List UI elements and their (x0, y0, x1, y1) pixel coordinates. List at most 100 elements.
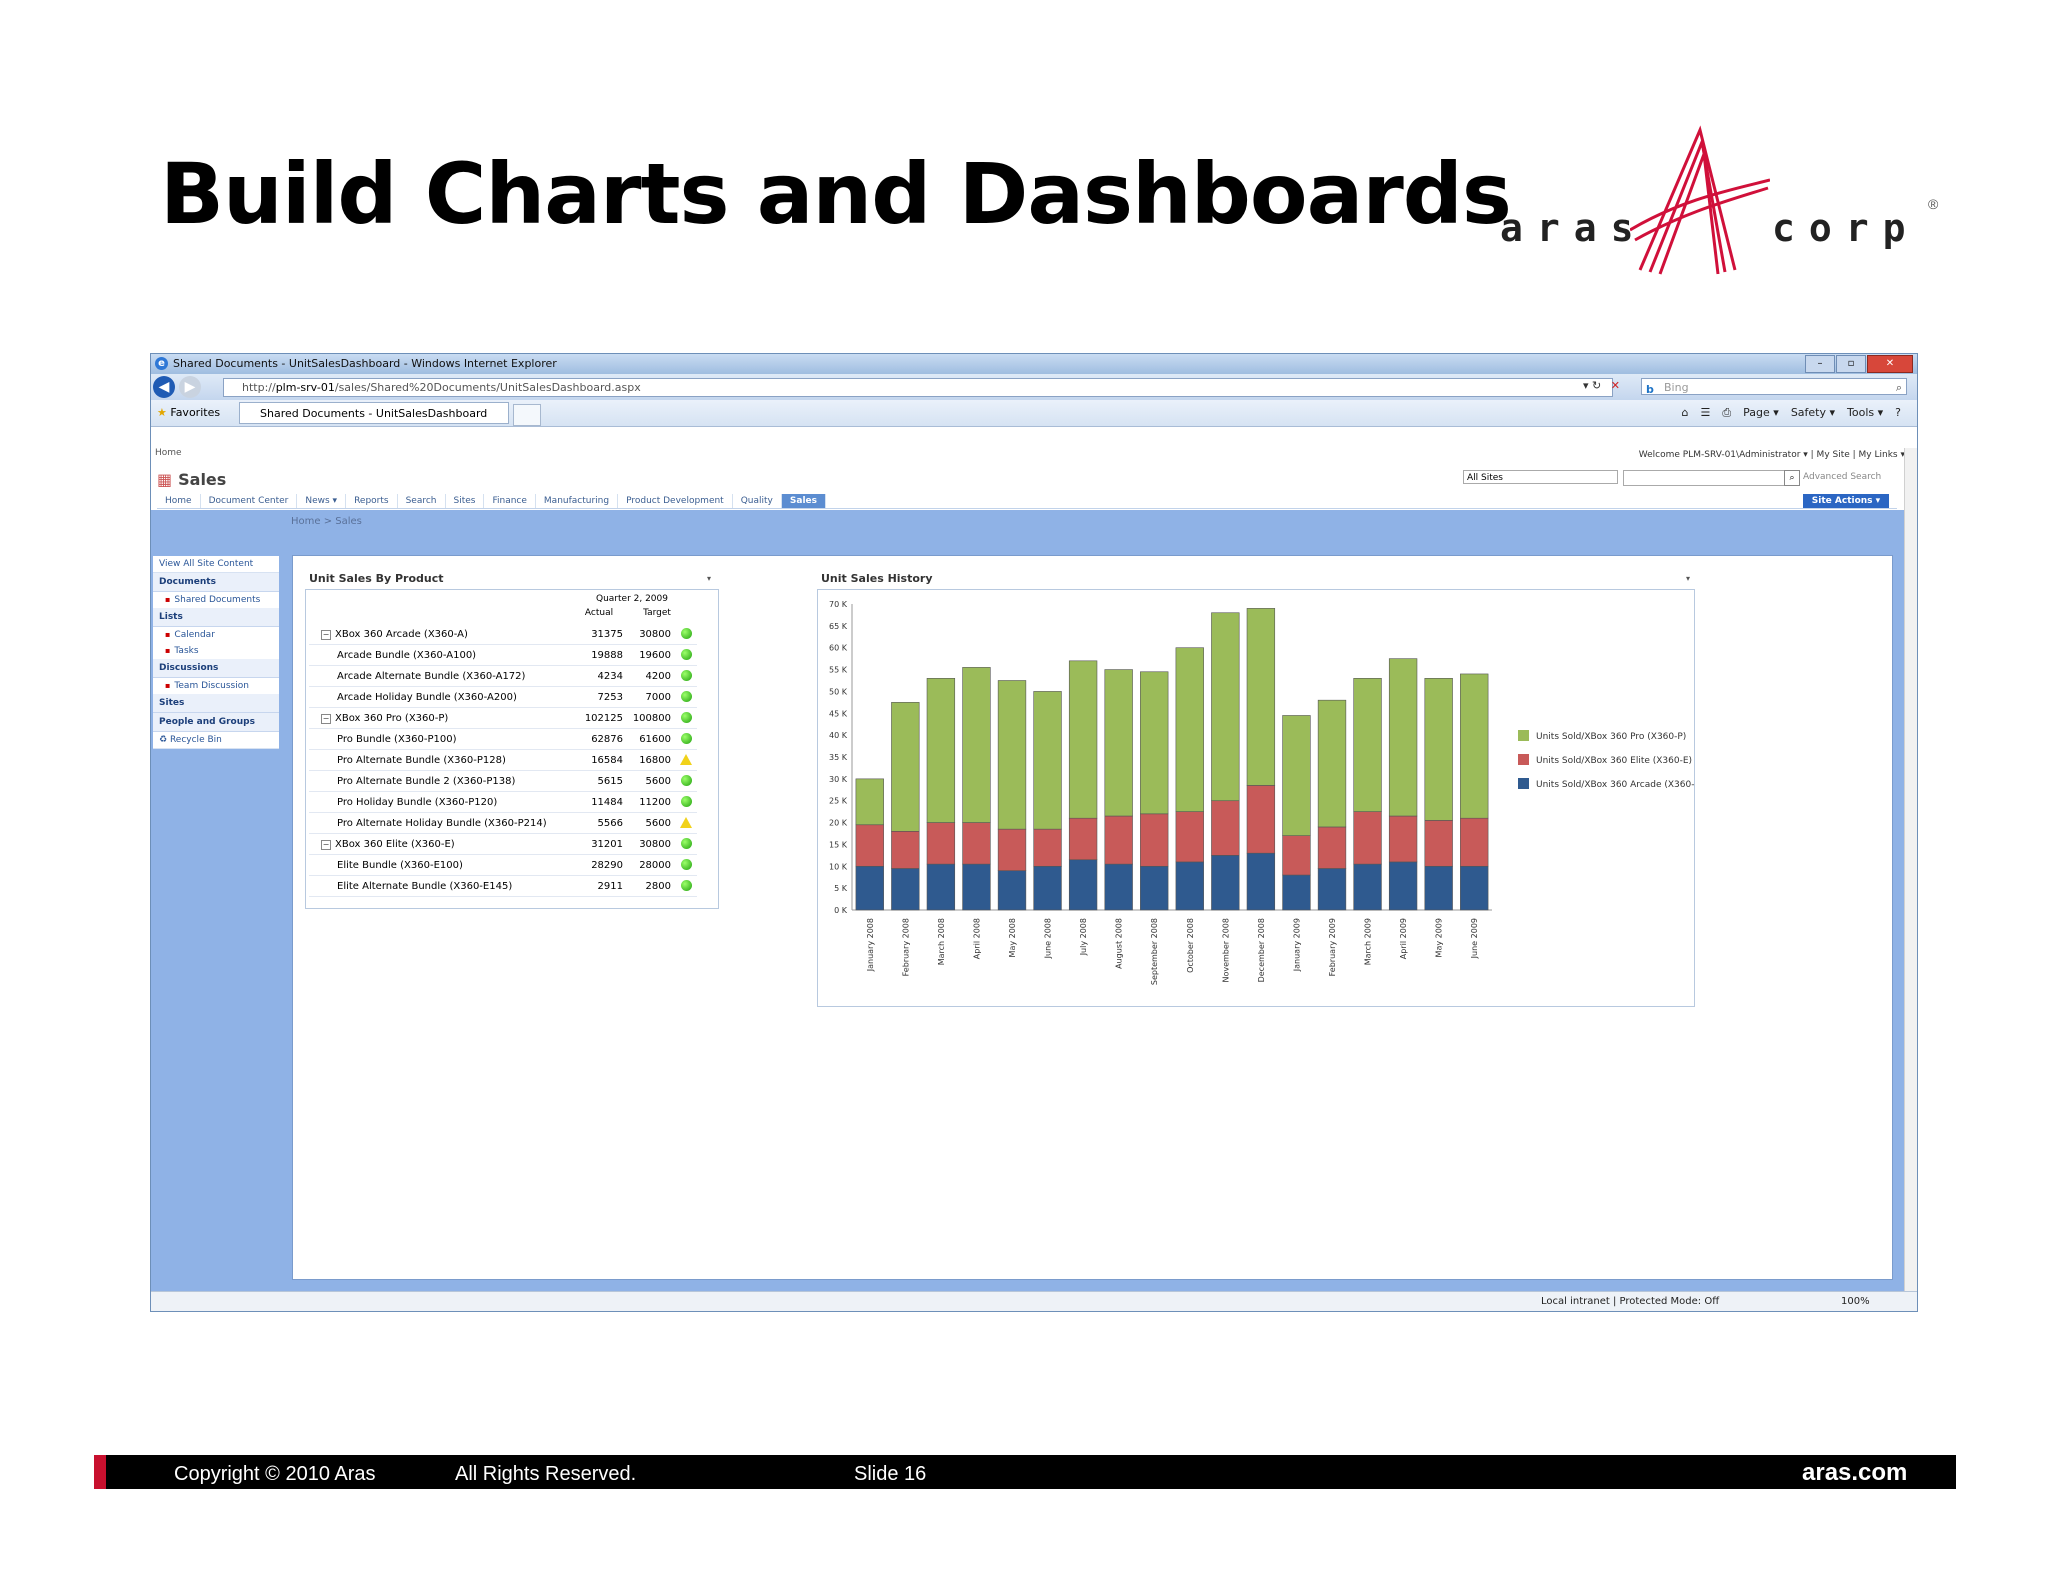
table-row[interactable]: Elite Bundle (X360-E100) 28290 28000 (309, 854, 697, 876)
security-zone[interactable]: Local intranet | Protected Mode: Off (1541, 1296, 1719, 1307)
advanced-search-link[interactable]: Advanced Search (1803, 472, 1881, 482)
print-icon[interactable]: ⎙ (1722, 406, 1731, 420)
ql-documents[interactable]: Documents (153, 573, 279, 592)
bar-segment (1033, 828, 1062, 867)
forward-button[interactable]: ▶ (179, 376, 201, 398)
tools-menu[interactable]: Tools ▾ (1847, 406, 1883, 420)
slide-footer: Copyright © 2010 Aras All Rights Reserve… (94, 1455, 1956, 1489)
table-row[interactable]: Pro Alternate Bundle (X360-P128) 16584 168… (309, 749, 697, 771)
zoom-level[interactable]: 100% (1841, 1296, 1870, 1307)
ql-people-groups[interactable]: People and Groups (153, 713, 279, 732)
ql-team-discussion[interactable]: Team Discussion (153, 678, 279, 694)
nav-home[interactable]: Home (157, 494, 201, 508)
x-tick-label: October 2008 (1186, 918, 1195, 973)
nav-sales[interactable]: Sales (781, 494, 826, 508)
minimize-button[interactable]: – (1805, 355, 1835, 373)
back-button[interactable]: ◀ (153, 376, 175, 398)
unit-sales-by-product-title: Unit Sales By Product (309, 572, 444, 585)
ql-shared-documents[interactable]: Shared Documents (153, 592, 279, 608)
favorites-button[interactable]: ★ Favorites (157, 406, 220, 419)
collapse-icon[interactable]: − (321, 713, 331, 724)
table-row[interactable]: Arcade Holiday Bundle (X360-A200) 7253 700… (309, 686, 697, 708)
site-actions-button[interactable]: Site Actions ▾ (1803, 494, 1889, 508)
legend-swatch (1518, 754, 1529, 765)
chart-menu-icon[interactable]: ▾ (1686, 574, 1690, 583)
y-tick-label: 25 K (829, 797, 848, 806)
table-row[interactable]: Pro Alternate Bundle 2 (X360-P138) 5615 56… (309, 770, 697, 792)
bar-segment (997, 870, 1027, 911)
nav-search[interactable]: Search (398, 494, 446, 508)
actual-value: 102125 (579, 707, 627, 729)
target-value: 11200 (627, 791, 675, 813)
bar-segment (1424, 820, 1453, 867)
view-all-content-link[interactable]: View All Site Content (153, 556, 279, 573)
site-search-input[interactable] (1623, 470, 1785, 486)
product-name: Pro Holiday Bundle (X360-P120) (309, 791, 579, 813)
actual-value: 7253 (579, 686, 627, 708)
table-row[interactable]: Arcade Alternate Bundle (X360-A172) 4234 4… (309, 665, 697, 687)
welcome-menu[interactable]: Welcome PLM-SRV-01\Administrator ▾ | My … (1639, 450, 1905, 460)
nav-news[interactable]: News ▾ (297, 494, 347, 508)
nav-document-center[interactable]: Document Center (201, 494, 298, 508)
home-link[interactable]: Home (155, 448, 182, 458)
ql-sites[interactable]: Sites (153, 694, 279, 713)
actual-value: 31375 (579, 624, 627, 645)
status-indicator (675, 707, 697, 729)
collapse-icon[interactable]: − (321, 629, 331, 640)
nav-quality[interactable]: Quality (733, 494, 782, 508)
y-tick-label: 30 K (829, 775, 848, 784)
browser-tab[interactable]: Shared Documents - UnitSalesDashboard (239, 402, 509, 424)
product-label: Elite Alternate Bundle (X360-E145) (337, 880, 513, 892)
nav-finance[interactable]: Finance (484, 494, 536, 508)
nav-sites[interactable]: Sites (446, 494, 485, 508)
ql-calendar[interactable]: Calendar (153, 627, 279, 643)
table-row[interactable]: Pro Alternate Holiday Bundle (X360-P214)… (309, 812, 697, 834)
x-tick-label: May 2008 (1008, 918, 1017, 957)
table-row[interactable]: − XBox 360 Arcade (X360-A) 31375 30800 (309, 624, 697, 645)
actual-value: 11484 (579, 791, 627, 813)
nav-manufacturing[interactable]: Manufacturing (536, 494, 619, 508)
table-row[interactable]: Pro Holiday Bundle (X360-P120) 11484 11200 (309, 791, 697, 813)
search-icon[interactable]: ⌕ (1896, 379, 1902, 396)
nav-reports[interactable]: Reports (346, 494, 398, 508)
site-search-button[interactable]: ⌕ (1784, 470, 1800, 486)
ql-tasks[interactable]: Tasks (153, 643, 279, 659)
stop-icon[interactable]: ✕ (1611, 379, 1620, 392)
new-tab-button[interactable] (513, 404, 541, 426)
bar-segment (1388, 815, 1418, 863)
table-row[interactable]: Pro Bundle (X360-P100) 62876 61600 (309, 728, 697, 750)
table-row[interactable]: − XBox 360 Elite (X360-E) 31201 30800 (309, 833, 697, 855)
table-row[interactable]: Elite Alternate Bundle (X360-E145) 2911 28… (309, 875, 697, 897)
ql-lists[interactable]: Lists (153, 608, 279, 627)
collapse-icon[interactable]: − (321, 839, 331, 850)
vertical-scrollbar[interactable] (1904, 448, 1917, 1291)
ql-recycle-bin[interactable]: ♻ Recycle Bin (153, 732, 279, 749)
close-button[interactable]: ✕ (1867, 355, 1913, 373)
product-name: Arcade Bundle (X360-A100) (309, 644, 579, 666)
dropdown-arrow-icon[interactable]: ▾ (1583, 379, 1589, 392)
product-label: Pro Holiday Bundle (X360-P120) (337, 796, 498, 808)
breadcrumb[interactable]: Home > Sales (291, 516, 362, 527)
address-field[interactable]: http://plm-srv-01/sales/Shared%20Documen… (223, 378, 1613, 397)
legend-label: Units Sold/XBox 360 Arcade (X360-A) (1536, 780, 1694, 790)
table-row[interactable]: Arcade Bundle (X360-A100) 19888 19600 (309, 644, 697, 666)
refresh-icon[interactable]: ↻ (1592, 379, 1601, 392)
y-tick-label: 35 K (829, 753, 848, 762)
search-box[interactable]: b Bing ⌕ (1641, 378, 1907, 396)
status-indicator (675, 686, 697, 708)
nav-product-development[interactable]: Product Development (618, 494, 733, 508)
help-icon[interactable]: ? (1895, 406, 1901, 420)
home-icon[interactable]: ⌂ (1681, 406, 1688, 420)
page-menu[interactable]: Page ▾ (1743, 406, 1779, 420)
ql-discussions[interactable]: Discussions (153, 659, 279, 678)
maximize-button[interactable]: ▫ (1836, 355, 1866, 373)
feeds-icon[interactable]: ☰ (1700, 406, 1710, 420)
y-tick-label: 70 K (829, 600, 848, 609)
search-scope-select[interactable]: All Sites (1463, 470, 1618, 484)
webpart-menu-icon[interactable]: ▾ (707, 574, 711, 583)
address-host: plm-srv-01 (275, 381, 335, 394)
safety-menu[interactable]: Safety ▾ (1791, 406, 1835, 420)
actual-header: Actual (584, 608, 614, 618)
table-row[interactable]: − XBox 360 Pro (X360-P) 102125 100800 (309, 707, 697, 729)
bar-segment (926, 863, 956, 911)
